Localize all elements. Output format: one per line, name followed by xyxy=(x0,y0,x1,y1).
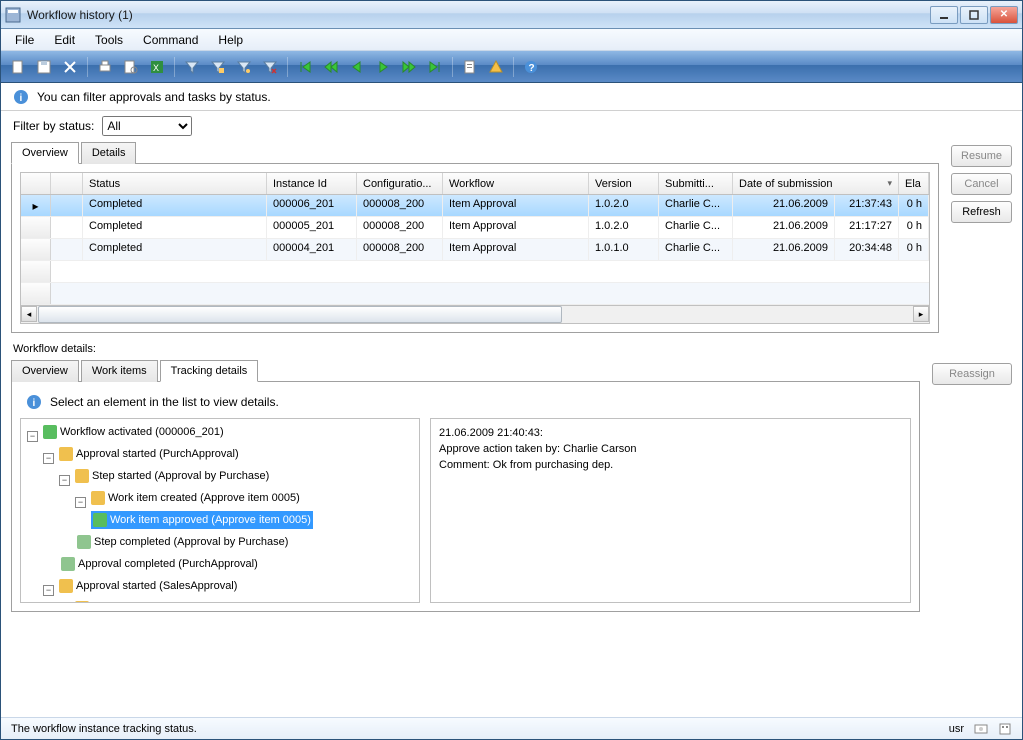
filter-by-field-icon[interactable] xyxy=(233,56,255,78)
print-icon[interactable] xyxy=(94,56,116,78)
menu-file[interactable]: File xyxy=(7,31,42,49)
statusbar: The workflow instance tracking status. u… xyxy=(1,717,1022,739)
reassign-button[interactable]: Reassign xyxy=(932,363,1012,385)
top-tabstrip: Overview Details xyxy=(11,141,939,164)
last-record-icon[interactable] xyxy=(424,56,446,78)
svg-text:i: i xyxy=(20,93,23,104)
tab-work-items[interactable]: Work items xyxy=(81,360,158,382)
table-row[interactable]: ▸ Completed 000006_201 000008_200 Item A… xyxy=(21,195,929,217)
refresh-button[interactable]: Refresh xyxy=(951,201,1012,223)
app-icon xyxy=(5,7,21,23)
tree-node-selected[interactable]: Work item approved (Approve item 0005) xyxy=(91,511,313,529)
details-section-label: Workflow details: xyxy=(1,333,1022,359)
window-title: Workflow history (1) xyxy=(27,8,930,22)
svg-text:X: X xyxy=(153,63,159,73)
svg-text:i: i xyxy=(33,398,36,409)
info-icon: i xyxy=(26,394,42,410)
first-record-icon[interactable] xyxy=(294,56,316,78)
help-icon[interactable]: ? xyxy=(520,56,542,78)
export-excel-icon[interactable]: X xyxy=(146,56,168,78)
tree-toggle[interactable]: − xyxy=(75,497,86,508)
details-info-text: Select an element in the list to view de… xyxy=(50,395,279,409)
filter-row: Filter by status: All xyxy=(1,111,1022,141)
info-text: You can filter approvals and tasks by st… xyxy=(37,90,271,104)
document-handling-icon[interactable] xyxy=(459,56,481,78)
workflow-grid: Status Instance Id Configuratio... Workf… xyxy=(20,172,930,324)
filter-label: Filter by status: xyxy=(13,119,94,133)
tree-toggle[interactable]: − xyxy=(43,453,54,464)
detail-text-panel: 21.06.2009 21:40:43: Approve action take… xyxy=(430,418,911,603)
new-icon[interactable] xyxy=(7,56,29,78)
window-close-button[interactable]: ✕ xyxy=(990,6,1018,24)
next-page-icon[interactable] xyxy=(398,56,420,78)
alerts-icon[interactable] xyxy=(485,56,507,78)
info-icon: i xyxy=(13,89,29,105)
grid-horizontal-scrollbar[interactable]: ◂ ▸ xyxy=(21,305,929,323)
approval-completed-icon xyxy=(61,557,75,571)
titlebar: Workflow history (1) ✕ xyxy=(1,1,1022,29)
next-record-icon[interactable] xyxy=(372,56,394,78)
table-row[interactable] xyxy=(21,283,929,305)
menu-edit[interactable]: Edit xyxy=(46,31,83,49)
toolbar: X ? xyxy=(1,51,1022,83)
col-version[interactable]: Version xyxy=(589,173,659,194)
approval-icon xyxy=(59,447,73,461)
window-minimize-button[interactable] xyxy=(930,6,958,24)
col-instance[interactable]: Instance Id xyxy=(267,173,357,194)
menu-tools[interactable]: Tools xyxy=(87,31,131,49)
col-status[interactable]: Status xyxy=(83,173,267,194)
table-row[interactable]: Completed 000004_201 000008_200 Item App… xyxy=(21,239,929,261)
bottom-tabstrip: Overview Work items Tracking details xyxy=(11,359,920,382)
svg-text:?: ? xyxy=(529,63,535,74)
tab-details[interactable]: Details xyxy=(81,142,137,164)
approved-icon xyxy=(93,513,107,527)
work-item-icon xyxy=(91,491,105,505)
tab-overview-bottom[interactable]: Overview xyxy=(11,360,79,382)
scroll-thumb[interactable] xyxy=(38,306,562,323)
tree-toggle[interactable]: − xyxy=(43,585,54,596)
tab-tracking-details[interactable]: Tracking details xyxy=(160,360,259,382)
col-elapsed[interactable]: Ela xyxy=(899,173,929,194)
remove-filter-icon[interactable] xyxy=(259,56,281,78)
prev-page-icon[interactable] xyxy=(320,56,342,78)
step-icon xyxy=(75,469,89,483)
tab-overview[interactable]: Overview xyxy=(11,142,79,164)
step-completed-icon xyxy=(77,535,91,549)
col-submitter[interactable]: Submitti... xyxy=(659,173,733,194)
step-icon xyxy=(75,601,89,602)
workflow-icon xyxy=(43,425,57,439)
status-user: usr xyxy=(949,723,964,735)
col-workflow[interactable]: Workflow xyxy=(443,173,589,194)
tree-toggle[interactable]: − xyxy=(27,431,38,442)
filter-status-select[interactable]: All xyxy=(102,116,192,136)
prev-record-icon[interactable] xyxy=(346,56,368,78)
status-text: The workflow instance tracking status. xyxy=(11,723,197,735)
cancel-button[interactable]: Cancel xyxy=(951,173,1012,195)
filter-by-selection-icon[interactable] xyxy=(207,56,229,78)
delete-icon[interactable] xyxy=(59,56,81,78)
tree-toggle[interactable]: − xyxy=(59,475,70,486)
company-icon[interactable] xyxy=(998,722,1012,736)
menu-command[interactable]: Command xyxy=(135,31,206,49)
table-row[interactable] xyxy=(21,261,929,283)
print-preview-icon[interactable] xyxy=(120,56,142,78)
table-row[interactable]: Completed 000005_201 000008_200 Item App… xyxy=(21,217,929,239)
approval-icon xyxy=(59,579,73,593)
menubar: File Edit Tools Command Help xyxy=(1,29,1022,51)
col-configuration[interactable]: Configuratio... xyxy=(357,173,443,194)
info-bar: i You can filter approvals and tasks by … xyxy=(1,83,1022,111)
col-date[interactable]: Date of submission xyxy=(733,173,899,194)
scroll-right-icon[interactable]: ▸ xyxy=(913,306,929,322)
scroll-left-icon[interactable]: ◂ xyxy=(21,306,37,322)
filter-icon[interactable] xyxy=(181,56,203,78)
menu-help[interactable]: Help xyxy=(210,31,251,49)
currency-icon[interactable] xyxy=(974,722,988,736)
save-icon[interactable] xyxy=(33,56,55,78)
window-maximize-button[interactable] xyxy=(960,6,988,24)
tracking-tree[interactable]: −Workflow activated (000006_201) −Approv… xyxy=(21,419,419,602)
resume-button[interactable]: Resume xyxy=(951,145,1012,167)
